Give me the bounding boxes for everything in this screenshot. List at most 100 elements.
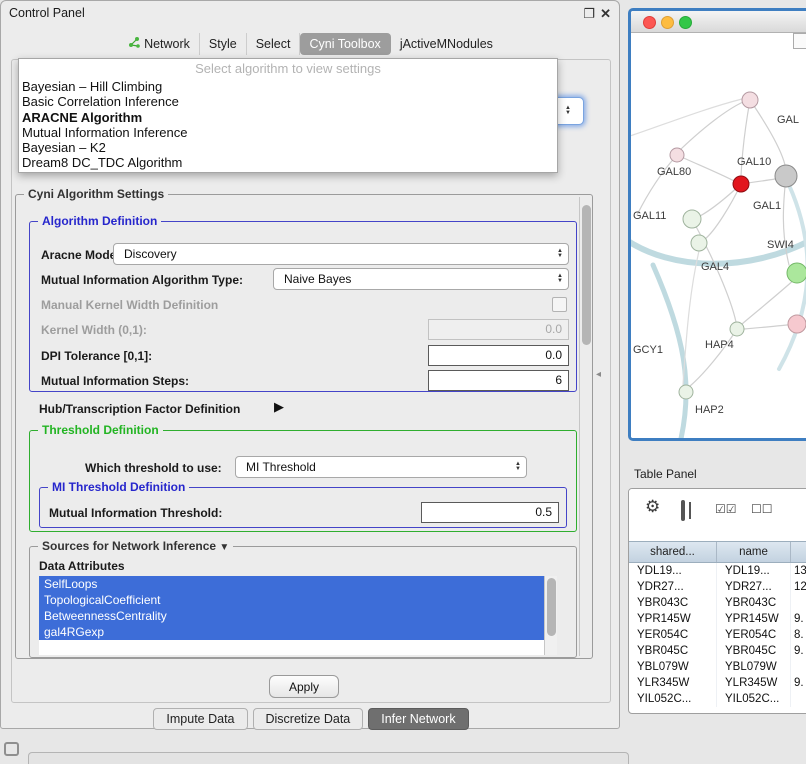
table-row[interactable]: YBL079WYBL079W (629, 659, 806, 675)
tab-style[interactable]: Style (200, 33, 247, 55)
network-edge[interactable] (690, 329, 737, 386)
overview-widget[interactable] (793, 33, 806, 49)
tab-label: Style (209, 37, 237, 51)
collapse-right-icon[interactable]: ▶ (274, 399, 284, 415)
network-edge[interactable] (742, 279, 795, 324)
algorithm-option[interactable]: Mutual Information Inference (19, 125, 557, 140)
network-node[interactable] (787, 263, 806, 283)
select-all-checks-icon[interactable]: ☑☑ (715, 502, 737, 516)
splitter-arrow-icon[interactable]: ◂ (596, 369, 601, 380)
network-node[interactable] (775, 165, 797, 187)
combobox-value: Naive Bayes (274, 272, 552, 286)
tab-impute-data[interactable]: Impute Data (153, 708, 247, 730)
tab-cyni-toolbox[interactable]: Cyni Toolbox (300, 33, 390, 55)
dpi-tolerance-field[interactable]: 0.0 (428, 345, 569, 366)
mi-threshold-field[interactable]: 0.5 (421, 502, 559, 523)
apply-button[interactable]: Apply (269, 675, 339, 698)
close-traffic-light-icon[interactable] (643, 16, 656, 29)
manual-kernel-checkbox[interactable] (552, 297, 567, 312)
control-panel-titlebar[interactable]: Control Panel (1, 1, 619, 25)
table-body: YDL19...YDL19...13YDR27...YDR27...12YBR0… (629, 563, 806, 707)
tab-label: Cyni Toolbox (309, 37, 380, 51)
table-row[interactable]: YPR145WYPR145W9. (629, 611, 806, 627)
tab-select[interactable]: Select (247, 33, 301, 55)
table-cell: YLR345W (629, 675, 717, 691)
group-title: MI Threshold Definition (48, 480, 189, 494)
gear-icon[interactable]: ⚙ (645, 497, 660, 517)
mi-steps-field[interactable]: 6 (428, 370, 569, 391)
collapsed-panel-bar[interactable] (28, 752, 629, 764)
network-edge[interactable] (637, 155, 677, 215)
table-cell: YBR045C (629, 643, 717, 659)
column-header-name[interactable]: name (717, 542, 791, 562)
spinner-icon: ▲▼ (510, 462, 526, 472)
tab-infer-network[interactable]: Infer Network (368, 708, 468, 730)
table-cell: YBR043C (629, 595, 717, 611)
table-cell: 9. (791, 675, 806, 691)
network-node[interactable] (730, 322, 744, 336)
table-panel-title: Table Panel (634, 467, 697, 481)
table-cell: 12 (791, 579, 806, 595)
settings-scrollbar[interactable] (579, 197, 592, 656)
column-header-extra[interactable] (791, 542, 806, 562)
which-threshold-combobox[interactable]: MI Threshold ▲▼ (235, 456, 527, 478)
expand-down-icon[interactable]: ▼ (219, 542, 229, 553)
table-cell: YLR345W (717, 675, 791, 691)
spinner-icon: ▲▼ (560, 106, 576, 116)
table-row[interactable]: YBR043CYBR043C (629, 595, 806, 611)
table-cell (791, 691, 806, 707)
table-cell: YDL19... (629, 563, 717, 579)
algorithm-option[interactable]: Bayesian – K2 (19, 140, 557, 155)
algorithm-option[interactable]: Basic Correlation Inference (19, 94, 557, 109)
algorithm-option[interactable]: Bayesian – Hill Climbing (19, 79, 557, 94)
window-title: Control Panel (9, 6, 85, 20)
table-cell: YBR045C (717, 643, 791, 659)
table-row[interactable]: YLR345WYLR345W9. (629, 675, 806, 691)
table-cell: YBR043C (717, 595, 791, 611)
panel-restore-icon[interactable] (4, 742, 19, 756)
attributes-scrollbar[interactable] (544, 576, 557, 655)
network-edge[interactable] (681, 102, 743, 149)
minimize-traffic-light-icon[interactable] (661, 16, 674, 29)
network-edge[interactable] (631, 99, 742, 137)
zoom-traffic-light-icon[interactable] (679, 16, 692, 29)
network-node[interactable] (670, 148, 684, 162)
dropdown-placeholder: Select algorithm to view settings (19, 59, 557, 79)
settings-scrollbar-thumb[interactable] (582, 205, 591, 345)
network-node[interactable] (691, 235, 707, 251)
table-row[interactable]: YDL19...YDL19...13 (629, 563, 806, 579)
network-node[interactable] (733, 176, 749, 192)
algorithm-option[interactable]: ARACNE Algorithm (19, 110, 557, 125)
deselect-all-checks-icon[interactable]: ☐☐ (751, 502, 773, 516)
node-label: GAL1 (753, 200, 781, 212)
close-window-icon[interactable]: ✕ (600, 6, 611, 22)
network-node[interactable] (742, 92, 758, 108)
network-canvas[interactable]: GALGAL80GAL10GAL11GAL1SWI4GAL4GCY1HAP4HA… (631, 33, 806, 438)
data-attribute-item[interactable]: SelfLoops (39, 576, 557, 592)
float-window-icon[interactable]: ❐ (583, 6, 595, 22)
column-header-shared[interactable]: shared... (629, 542, 717, 562)
table-row[interactable]: YIL052C...YIL052C... (629, 691, 806, 707)
columns-icon[interactable] (681, 500, 685, 521)
data-attribute-item[interactable]: gal4RGexp (39, 624, 557, 640)
data-attribute-item[interactable]: BetweennessCentrality (39, 608, 557, 624)
table-row[interactable]: YDR27...YDR27...12 (629, 579, 806, 595)
tab-network[interactable]: Network (120, 33, 200, 55)
algorithm-option[interactable]: Dream8 DC_TDC Algorithm (19, 155, 557, 170)
which-threshold-label: Which threshold to use: (85, 461, 222, 475)
data-attribute-item[interactable]: TopologicalCoefficient (39, 592, 557, 608)
tab-jactivemnodules[interactable]: jActiveMNodules (391, 33, 502, 55)
network-edge[interactable] (705, 184, 741, 239)
kernel-width-label: Kernel Width (0,1): (41, 323, 147, 337)
network-node[interactable] (683, 210, 701, 228)
network-node[interactable] (679, 385, 693, 399)
table-row[interactable]: YER054CYER054C8. (629, 627, 806, 643)
attributes-scrollbar-thumb[interactable] (547, 578, 556, 636)
kernel-width-field[interactable]: 0.0 (428, 319, 569, 340)
tab-discretize-data[interactable]: Discretize Data (253, 708, 364, 730)
mi-type-combobox[interactable]: Naive Bayes ▲▼ (273, 268, 569, 290)
aracne-mode-combobox[interactable]: Discovery ▲▼ (113, 243, 569, 265)
table-row[interactable]: YBR045CYBR045C9. (629, 643, 806, 659)
network-window-titlebar[interactable] (631, 11, 806, 33)
network-node[interactable] (788, 315, 806, 333)
